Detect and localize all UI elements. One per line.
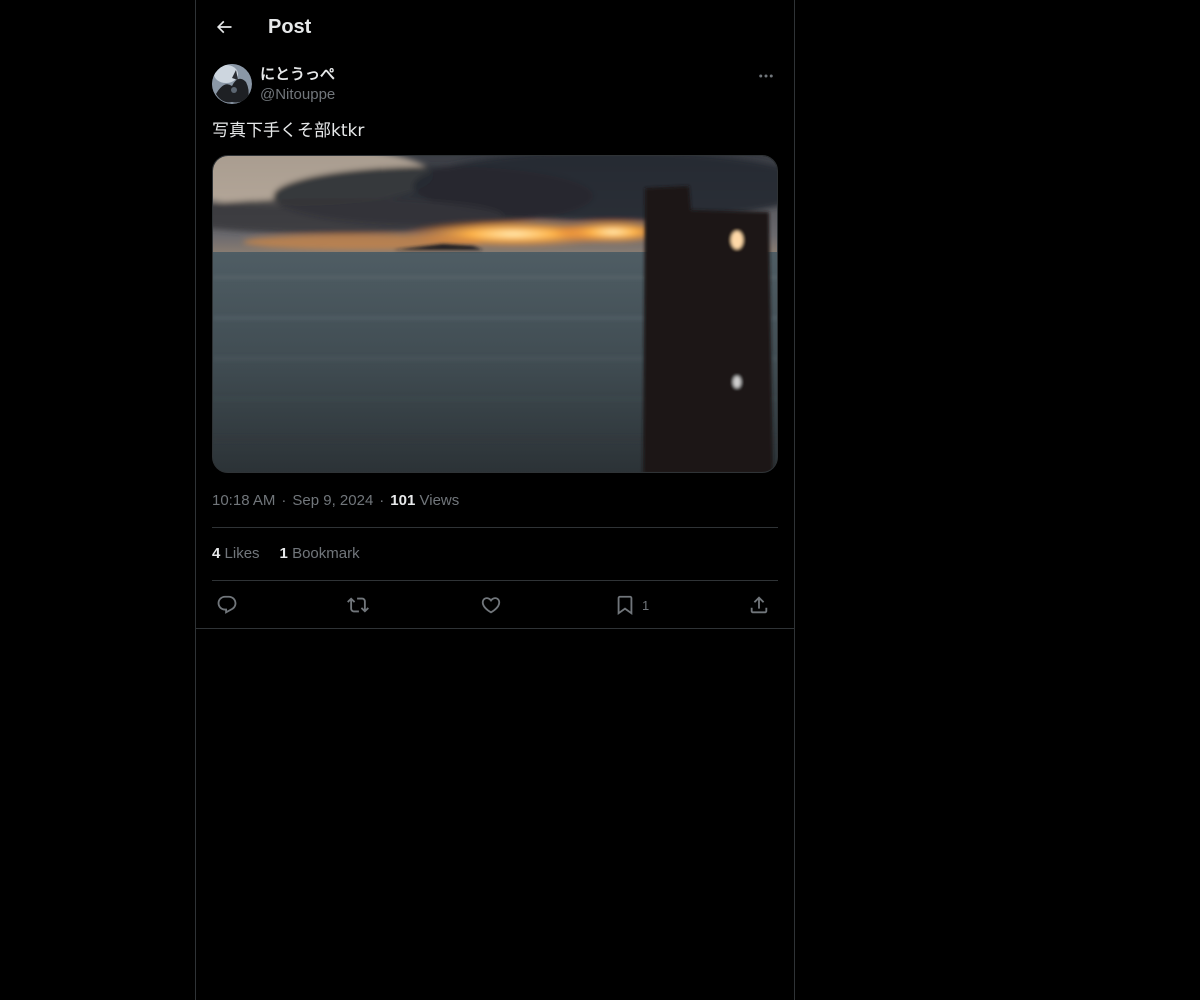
post-metadata: 10:18 AM · Sep 9, 2024 · 101 Views xyxy=(212,491,459,511)
share-button[interactable] xyxy=(748,589,770,621)
views-label: Views xyxy=(419,492,460,509)
display-name[interactable]: にとうっぺ xyxy=(260,65,335,85)
back-button[interactable] xyxy=(208,11,240,43)
avatar[interactable] xyxy=(212,64,252,104)
likes-label: Likes xyxy=(224,545,260,562)
post-date[interactable]: Sep 9, 2024 xyxy=(292,492,373,509)
divider xyxy=(212,580,778,581)
divider xyxy=(196,628,794,629)
divider xyxy=(212,527,778,528)
likes-count: 4 xyxy=(212,545,221,562)
bookmarks-count: 1 xyxy=(279,545,288,562)
share-icon xyxy=(750,596,768,614)
bookmarks-stat[interactable]: 1 Bookmark xyxy=(280,544,360,564)
reply-button[interactable] xyxy=(216,589,238,621)
repost-icon xyxy=(347,597,369,613)
post-stats: 4 Likes 1 Bookmark xyxy=(212,544,380,564)
arrow-left-icon xyxy=(216,20,232,34)
views-count: 101 xyxy=(390,492,416,509)
action-bar: 1 xyxy=(212,589,778,621)
repost-button[interactable] xyxy=(347,589,369,621)
more-options-button[interactable] xyxy=(754,64,778,88)
separator-dot: · xyxy=(379,492,385,509)
user-handle[interactable]: @Nitouppe xyxy=(260,85,335,105)
post-text: 写真下手くそ部ktkr xyxy=(212,121,365,141)
post-image[interactable] xyxy=(212,155,778,473)
likes-stat[interactable]: 4 Likes xyxy=(212,544,260,564)
post-time[interactable]: 10:18 AM xyxy=(212,492,275,509)
reply-icon xyxy=(217,595,237,614)
more-horizontal-icon xyxy=(759,74,773,78)
bookmark-button[interactable]: 1 xyxy=(614,589,649,621)
post-column: Post にとうっぺ @Nitouppe 写真下手くそ部ktkr 10:18 A… xyxy=(195,0,795,1000)
separator-dot: · xyxy=(281,492,287,509)
heart-icon xyxy=(481,597,501,614)
like-button[interactable] xyxy=(480,589,502,621)
post-header: Post xyxy=(196,0,794,54)
page-title: Post xyxy=(268,16,312,38)
bookmarks-label: Bookmark xyxy=(292,545,360,562)
bookmark-count: 1 xyxy=(642,597,650,613)
bookmark-icon xyxy=(617,595,633,616)
post-author: にとうっぺ @Nitouppe xyxy=(212,64,778,108)
